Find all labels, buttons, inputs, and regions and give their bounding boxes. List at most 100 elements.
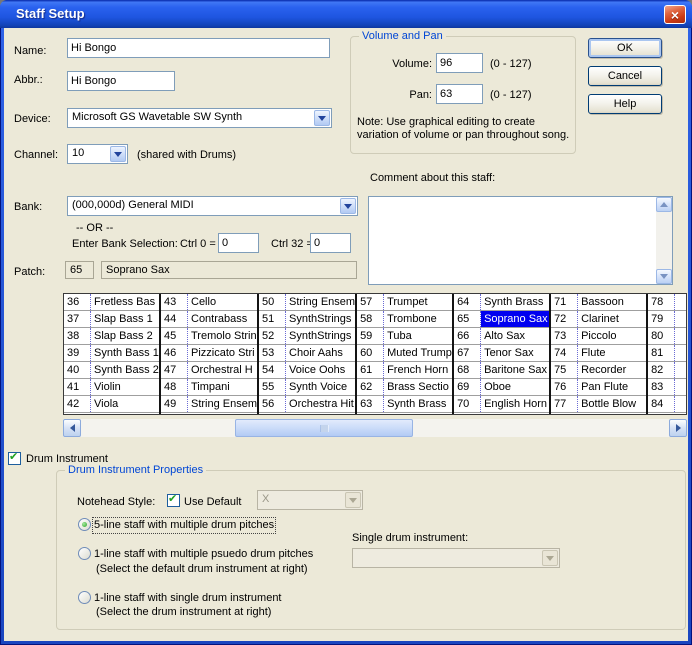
patch-cell-name[interactable]	[675, 396, 687, 412]
patch-cell-name[interactable]: Pizzicato Stri	[188, 345, 257, 361]
patch-cell-number[interactable]: 76	[551, 379, 578, 395]
patch-cell-name[interactable]: Choir Aahs	[286, 345, 355, 361]
patch-cell-number[interactable]: 67	[454, 345, 481, 361]
help-button[interactable]: Help	[588, 94, 662, 114]
patch-cell-name[interactable]: String Ensem	[188, 396, 257, 412]
patch-cell-name[interactable]: Slap Bass 2	[91, 328, 159, 344]
patch-cell-name[interactable]: Orchestra Hit	[286, 396, 355, 412]
patch-cell-name[interactable]: Synth Brass	[481, 294, 549, 310]
patch-cell-name[interactable]: Brass Sectio	[384, 379, 452, 395]
patch-cell-number[interactable]: 36	[64, 294, 91, 310]
bank-dropdown[interactable]: (000,000d) General MIDI	[67, 196, 358, 216]
patch-cell-name[interactable]	[675, 379, 687, 395]
patch-cell-number[interactable]: 72	[551, 311, 578, 327]
radio-5line-label[interactable]: 5-line staff with multiple drum pitches	[94, 519, 274, 532]
radio-1line-pseudo-pitches[interactable]	[78, 547, 91, 560]
patch-cell-number[interactable]: 81	[648, 345, 675, 361]
patch-cell-name[interactable]: Synth Brass	[384, 396, 452, 412]
patch-cell-name[interactable]: String Ensem	[286, 294, 355, 310]
patch-cell-number[interactable]: 52	[259, 328, 286, 344]
patch-cell-name[interactable]: Clarinet	[578, 311, 646, 327]
patch-cell-number[interactable]: 59	[357, 328, 384, 344]
patch-cell-name[interactable]: Recorder	[578, 362, 646, 378]
patch-cell-number[interactable]: 83	[648, 379, 675, 395]
patch-cell-name[interactable]: Bassoon	[578, 294, 646, 310]
patch-cell-name[interactable]: Oboe	[481, 379, 549, 395]
patch-cell-number[interactable]: 42	[64, 396, 91, 412]
patch-cell-number[interactable]: 43	[161, 294, 188, 310]
patch-cell-number[interactable]: 73	[551, 328, 578, 344]
patch-cell-number[interactable]: 41	[64, 379, 91, 395]
patch-cell-number[interactable]: 75	[551, 362, 578, 378]
patch-cell-name[interactable]: Synth Bass 1	[91, 345, 159, 361]
patch-cell-number[interactable]: 58	[357, 311, 384, 327]
patch-cell-name[interactable]: Trumpet	[384, 294, 452, 310]
patch-table-scrollbar[interactable]	[63, 419, 687, 437]
close-button[interactable]: ×	[664, 5, 686, 24]
patch-cell-name[interactable]: Trombone	[384, 311, 452, 327]
cancel-button[interactable]: Cancel	[588, 66, 662, 86]
device-dropdown-button[interactable]	[314, 110, 330, 126]
patch-cell-name[interactable]: Alto Sax	[481, 328, 549, 344]
patch-cell-number[interactable]: 78	[648, 294, 675, 310]
patch-cell-name[interactable]: Voice Oohs	[286, 362, 355, 378]
patch-cell-name[interactable]: Bottle Blow	[578, 396, 646, 412]
ctrl0-input[interactable]	[218, 233, 259, 253]
patch-cell-name[interactable]	[675, 328, 687, 344]
patch-cell-name[interactable]: Tuba	[384, 328, 452, 344]
name-input[interactable]	[67, 38, 330, 58]
patch-cell-number[interactable]: 55	[259, 379, 286, 395]
patch-cell-number[interactable]: 70	[454, 396, 481, 412]
comment-scrollbar[interactable]	[656, 197, 672, 284]
patch-cell-number[interactable]: 49	[161, 396, 188, 412]
patch-cell-name[interactable]: Contrabass	[188, 311, 257, 327]
patch-cell-number[interactable]: 48	[161, 379, 188, 395]
patch-cell-number[interactable]: 40	[64, 362, 91, 378]
patch-cell-name[interactable]: Violin	[91, 379, 159, 395]
patch-cell-name[interactable]	[675, 345, 687, 361]
patch-cell-number[interactable]: 47	[161, 362, 188, 378]
patch-cell-number[interactable]: 44	[161, 311, 188, 327]
patch-cell-number[interactable]: 68	[454, 362, 481, 378]
patch-cell-number[interactable]: 64	[454, 294, 481, 310]
patch-cell-name[interactable]: Tremolo Strin	[188, 328, 257, 344]
patch-cell-name[interactable]: Pan Flute	[578, 379, 646, 395]
patch-cell-number[interactable]: 37	[64, 311, 91, 327]
patch-cell-number[interactable]: 69	[454, 379, 481, 395]
patch-cell-name[interactable]: Soprano Sax	[481, 311, 549, 327]
patch-cell-number[interactable]: 56	[259, 396, 286, 412]
bank-dropdown-button[interactable]	[340, 198, 356, 214]
patch-cell-number[interactable]: 57	[357, 294, 384, 310]
patch-cell-number[interactable]: 38	[64, 328, 91, 344]
scroll-right-button[interactable]	[669, 419, 687, 437]
patch-cell-number[interactable]: 62	[357, 379, 384, 395]
patch-cell-number[interactable]: 39	[64, 345, 91, 361]
device-dropdown[interactable]: Microsoft GS Wavetable SW Synth	[67, 108, 332, 128]
scroll-down-button[interactable]	[656, 269, 672, 284]
patch-cell-name[interactable]	[675, 362, 687, 378]
patch-cell-name[interactable]: Synth Bass 2	[91, 362, 159, 378]
patch-cell-number[interactable]: 54	[259, 362, 286, 378]
patch-cell-number[interactable]: 82	[648, 362, 675, 378]
use-default-checkbox[interactable]: ✔	[167, 494, 180, 507]
radio-1line-single-label[interactable]: 1-line staff with single drum instrument	[94, 592, 282, 605]
patch-cell-name[interactable]: SynthStrings	[286, 311, 355, 327]
patch-cell-number[interactable]: 74	[551, 345, 578, 361]
ctrl32-input[interactable]	[310, 233, 351, 253]
patch-cell-name[interactable]: Cello	[188, 294, 257, 310]
patch-cell-number[interactable]: 50	[259, 294, 286, 310]
title-bar[interactable]: Staff Setup	[0, 0, 692, 28]
patch-cell-number[interactable]: 45	[161, 328, 188, 344]
volume-input[interactable]	[436, 53, 483, 73]
patch-cell-name[interactable]: Synth Voice	[286, 379, 355, 395]
patch-cell-number[interactable]: 60	[357, 345, 384, 361]
patch-cell-name[interactable]: Baritone Sax	[481, 362, 549, 378]
patch-cell-number[interactable]: 80	[648, 328, 675, 344]
patch-cell-name[interactable]: English Horn	[481, 396, 549, 412]
patch-cell-name[interactable]: Viola	[91, 396, 159, 412]
drum-instrument-checkbox[interactable]: ✔	[8, 452, 21, 465]
patch-cell-name[interactable]: Orchestral H	[188, 362, 257, 378]
patch-cell-number[interactable]: 65	[454, 311, 481, 327]
patch-cell-name[interactable]: Timpani	[188, 379, 257, 395]
patch-cell-number[interactable]: 63	[357, 396, 384, 412]
